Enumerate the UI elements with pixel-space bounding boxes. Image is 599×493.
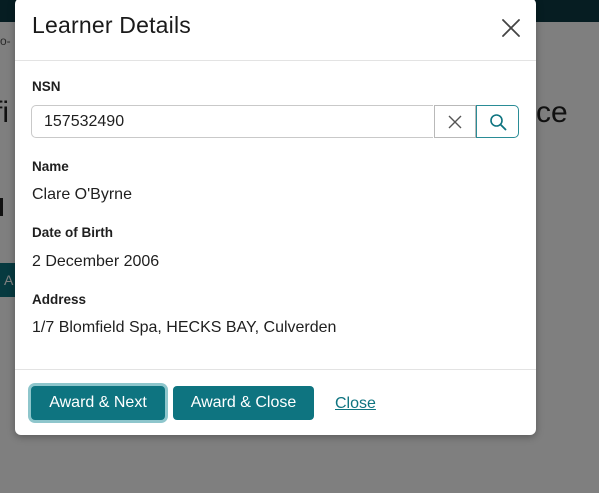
dialog-header: Learner Details xyxy=(15,0,536,61)
close-link[interactable]: Close xyxy=(335,395,376,413)
dialog-title: Learner Details xyxy=(32,12,191,38)
dob-value: 2 December 2006 xyxy=(32,253,160,270)
nsn-label: NSN xyxy=(32,79,61,94)
address-value: 1/7 Blomfield Spa, HECKS BAY, Culverden xyxy=(32,319,337,336)
address-label: Address xyxy=(32,292,87,307)
dob-label: Date of Birth xyxy=(32,225,113,240)
award-close-button[interactable]: Award & Close xyxy=(173,386,314,420)
clear-x-icon xyxy=(448,115,462,128)
learner-details-dialog: Learner Details NSN Name Clare O'Byrne D… xyxy=(15,0,536,435)
close-icon[interactable] xyxy=(499,16,523,40)
dialog-footer: Award & Next Award & Close Close xyxy=(15,369,536,435)
name-value: Clare O'Byrne xyxy=(32,186,132,203)
search-icon xyxy=(489,113,506,130)
award-next-button[interactable]: Award & Next xyxy=(31,386,165,420)
search-nsn-button[interactable] xyxy=(476,105,519,138)
clear-nsn-button[interactable] xyxy=(434,105,476,138)
name-label: Name xyxy=(32,159,69,174)
nsn-input[interactable] xyxy=(31,105,433,138)
